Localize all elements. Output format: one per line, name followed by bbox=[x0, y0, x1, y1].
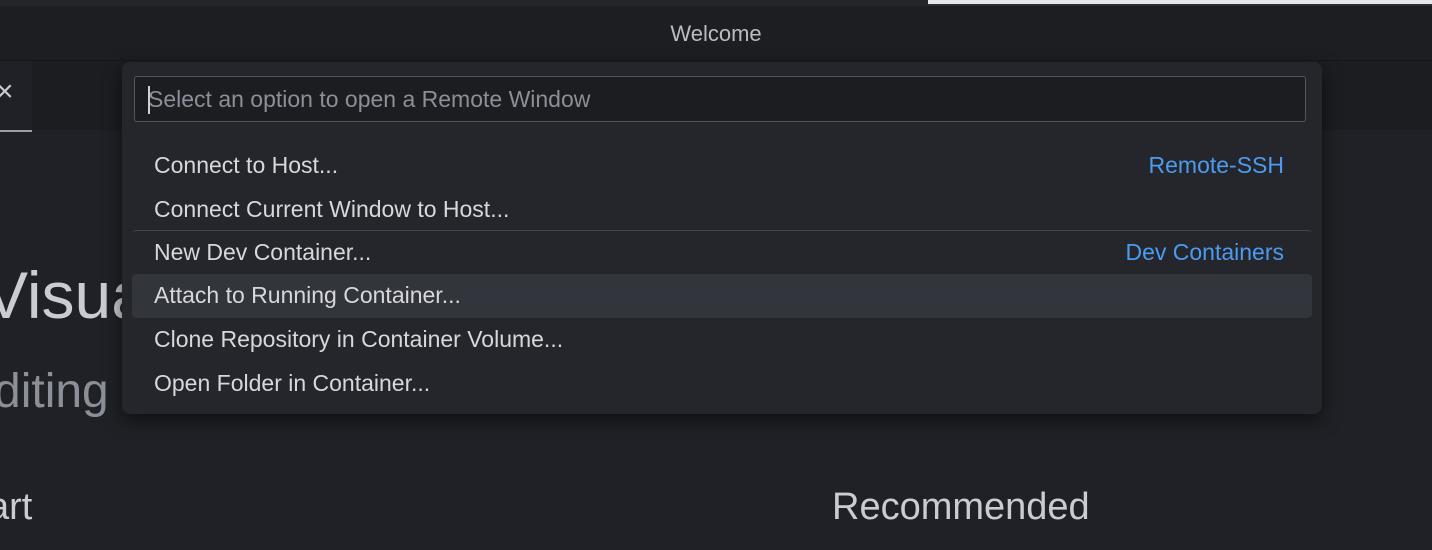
quick-pick-group-label: Remote-SSH bbox=[1148, 152, 1284, 178]
title-bar: Welcome bbox=[0, 6, 1432, 61]
quick-pick-item-label: Clone Repository in Container Volume... bbox=[154, 326, 564, 352]
quick-pick-item-label: Attach to Running Container... bbox=[154, 282, 461, 308]
quick-pick-item-label: Open Folder in Container... bbox=[154, 370, 431, 396]
window-title: Welcome bbox=[670, 21, 762, 46]
text-cursor bbox=[148, 86, 150, 114]
background-window-light bbox=[928, 0, 1432, 4]
tab-welcome[interactable]: × bbox=[0, 61, 32, 132]
close-icon[interactable]: × bbox=[0, 77, 14, 107]
quick-pick-item-clone-repository[interactable]: Clone Repository in Container Volume... bbox=[132, 318, 1312, 362]
quick-pick-item-open-folder[interactable]: Open Folder in Container... bbox=[132, 362, 1312, 406]
quick-pick-item-label: Connect Current Window to Host... bbox=[154, 196, 510, 222]
start-section-heading: art bbox=[0, 486, 33, 528]
remote-quick-pick: Connect to Host... Remote-SSH Connect Cu… bbox=[122, 62, 1322, 414]
quick-pick-item-attach-to-container[interactable]: Attach to Running Container... bbox=[132, 274, 1312, 318]
quick-pick-item-connect-to-host[interactable]: Connect to Host... Remote-SSH bbox=[132, 144, 1312, 188]
quick-pick-item-connect-current-window[interactable]: Connect Current Window to Host... bbox=[132, 188, 1312, 232]
quick-pick-item-label: Connect to Host... bbox=[154, 152, 339, 178]
quick-pick-group-label: Dev Containers bbox=[1125, 239, 1284, 265]
welcome-subheading: diting bbox=[0, 365, 109, 418]
quick-pick-input[interactable] bbox=[134, 76, 1306, 122]
quick-pick-item-new-dev-container[interactable]: New Dev Container... Dev Containers bbox=[132, 230, 1312, 274]
quick-pick-item-label: New Dev Container... bbox=[154, 239, 372, 265]
vscode-window: Welcome × Visua diting art Recommended C… bbox=[0, 0, 1432, 550]
recommended-section-heading: Recommended bbox=[832, 486, 1090, 528]
